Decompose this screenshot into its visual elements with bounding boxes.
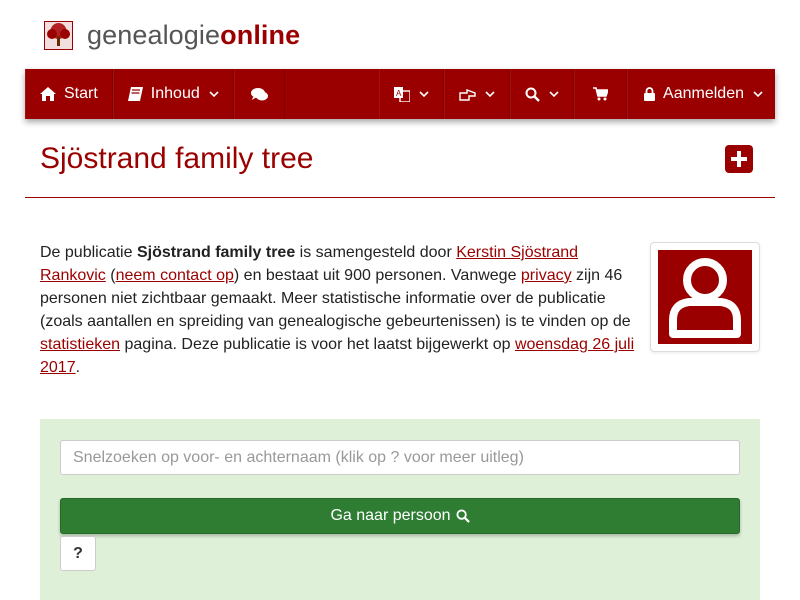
nav-cart[interactable] — [574, 69, 628, 119]
quick-search-panel: Ga naar persoon ? — [40, 419, 760, 600]
publication-description: De publicatie Sjöstrand family tree is s… — [40, 241, 640, 379]
book-icon — [127, 87, 143, 101]
site-header: genealogieonline — [44, 18, 300, 52]
search-icon — [455, 509, 470, 523]
chevron-down-icon — [753, 90, 763, 97]
title-divider — [25, 197, 775, 198]
logo-part1: genealogie — [87, 19, 221, 50]
svg-text:A: A — [396, 89, 402, 98]
desc-text: is samengesteld door — [295, 244, 457, 261]
nav-language[interactable]: A — [379, 69, 445, 119]
user-icon — [669, 258, 741, 338]
help-button[interactable]: ? — [60, 536, 96, 571]
page-title: Sjöstrand family tree — [40, 142, 314, 175]
logo-part2: online — [220, 19, 301, 50]
chevron-down-icon — [209, 90, 219, 97]
statistics-link[interactable]: statistieken — [40, 336, 120, 353]
privacy-link[interactable]: privacy — [521, 267, 572, 284]
nav-inhoud[interactable]: Inhoud — [112, 69, 234, 119]
avatar-background — [658, 250, 752, 344]
search-icon — [525, 87, 540, 102]
desc-text: . — [75, 359, 81, 376]
comments-icon — [250, 87, 268, 100]
publication-name: Sjöstrand family tree — [136, 244, 296, 261]
lock-icon — [644, 87, 656, 101]
chevron-down-icon — [485, 90, 495, 97]
hand-pointer-icon — [459, 88, 476, 101]
go-to-person-label: Ga naar persoon — [330, 507, 451, 524]
desc-text: pagina. Deze publicatie is voor het laat… — [120, 336, 515, 353]
contact-link[interactable]: neem contact op — [116, 267, 234, 284]
quick-search-input[interactable] — [60, 440, 740, 475]
nav-login-label: Aanmelden — [663, 85, 744, 102]
site-logo[interactable]: genealogieonline — [87, 20, 300, 51]
nav-inhoud-label: Inhoud — [150, 85, 200, 102]
desc-text: De publicatie — [40, 244, 137, 261]
plus-square-icon — [731, 151, 747, 167]
shopping-cart-icon — [593, 87, 609, 101]
nav-share[interactable] — [444, 69, 511, 119]
author-avatar[interactable] — [650, 242, 760, 352]
home-icon — [40, 87, 56, 101]
nav-start[interactable]: Start — [25, 69, 113, 119]
desc-text: ) en bestaat uit 900 personen. Vanwege — [233, 267, 521, 284]
add-button[interactable] — [725, 145, 753, 173]
nav-login[interactable]: Aanmelden — [627, 69, 775, 119]
tree-icon[interactable] — [44, 20, 73, 50]
go-to-person-button[interactable]: Ga naar persoon — [60, 498, 740, 534]
chevron-down-icon — [549, 90, 559, 97]
main-navbar: Start Inhoud A Aanmelden — [25, 69, 775, 119]
nav-search[interactable] — [510, 69, 575, 119]
nav-chat[interactable] — [233, 69, 285, 119]
language-icon: A — [394, 86, 411, 102]
chevron-down-icon — [419, 90, 429, 97]
desc-text: ( — [105, 267, 116, 284]
nav-start-label: Start — [64, 85, 98, 102]
